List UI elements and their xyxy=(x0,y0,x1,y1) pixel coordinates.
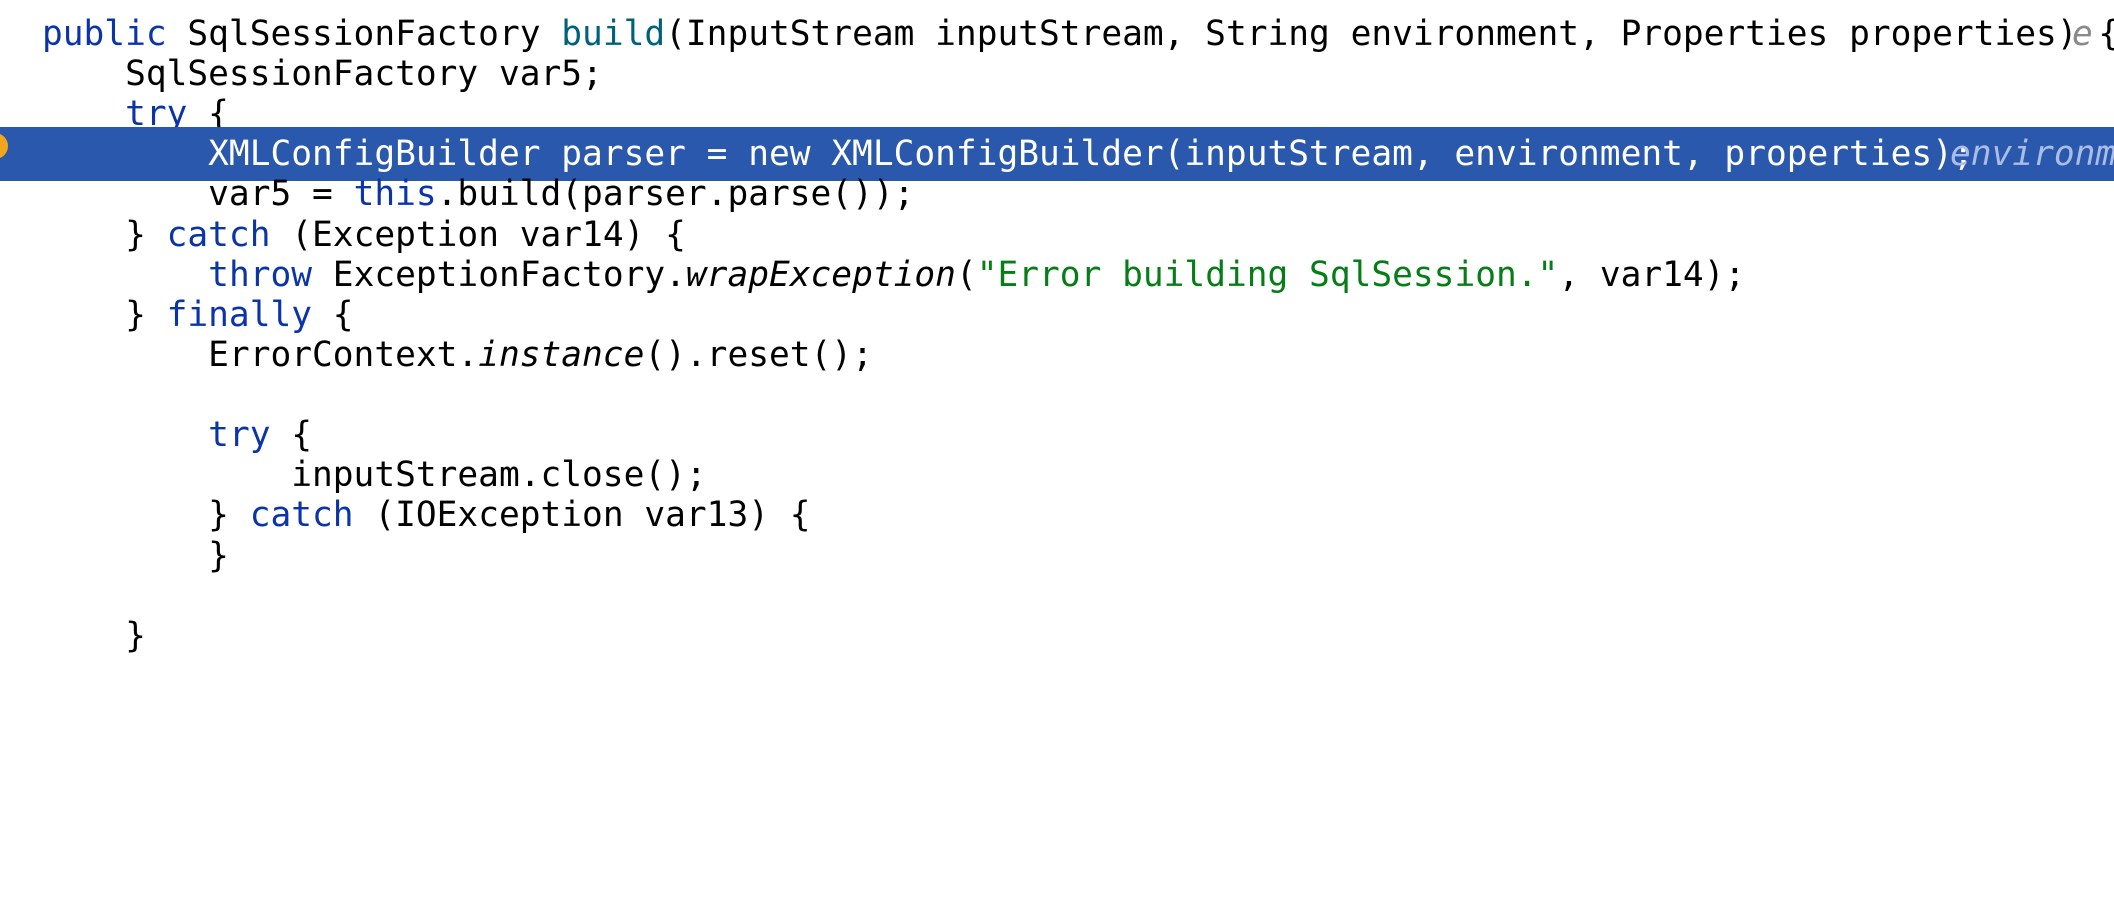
code-token: } xyxy=(42,615,146,656)
breakpoint-icon[interactable] xyxy=(0,133,8,160)
code-text: } xyxy=(42,609,146,663)
code-line[interactable]: } xyxy=(0,609,2114,663)
code-editor[interactable]: public SqlSessionFactory build(InputStre… xyxy=(0,0,2114,904)
